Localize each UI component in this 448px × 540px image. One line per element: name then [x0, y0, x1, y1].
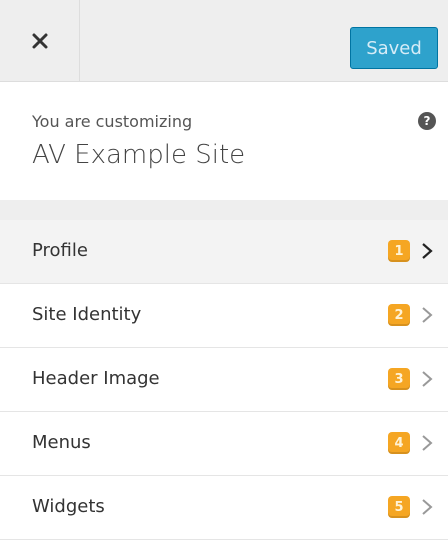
section-widgets[interactable]: Widgets 5: [0, 476, 448, 540]
close-icon: [32, 33, 47, 49]
site-title: AV Example Site: [32, 140, 246, 170]
chevron-right-icon: [422, 243, 433, 259]
section-profile[interactable]: Profile 1: [0, 220, 448, 284]
step-badge: 3: [388, 368, 410, 390]
section-label: Menus: [32, 432, 91, 453]
chevron-right-icon: [422, 371, 433, 387]
customizing-info: You are customizing AV Example Site ?: [0, 82, 448, 200]
help-icon[interactable]: ?: [418, 112, 436, 130]
customizer-header: Saved: [0, 0, 448, 82]
chevron-right-icon: [422, 435, 433, 451]
customizer-sections: Profile 1 Site Identity 2 Header Image 3…: [0, 220, 448, 540]
section-divider: [0, 200, 448, 220]
section-label: Header Image: [32, 368, 160, 389]
section-label: Site Identity: [32, 304, 142, 325]
close-button[interactable]: [0, 0, 80, 82]
section-menus[interactable]: Menus 4: [0, 412, 448, 476]
chevron-right-icon: [422, 307, 433, 323]
section-header-image[interactable]: Header Image 3: [0, 348, 448, 412]
saved-button[interactable]: Saved: [350, 27, 438, 69]
section-label: Profile: [32, 240, 88, 261]
section-label: Widgets: [32, 496, 105, 517]
section-site-identity[interactable]: Site Identity 2: [0, 284, 448, 348]
step-badge: 1: [388, 240, 410, 262]
step-badge: 2: [388, 304, 410, 326]
chevron-right-icon: [422, 499, 433, 515]
step-badge: 5: [388, 496, 410, 518]
customizing-label: You are customizing: [32, 112, 193, 131]
step-badge: 4: [388, 432, 410, 454]
